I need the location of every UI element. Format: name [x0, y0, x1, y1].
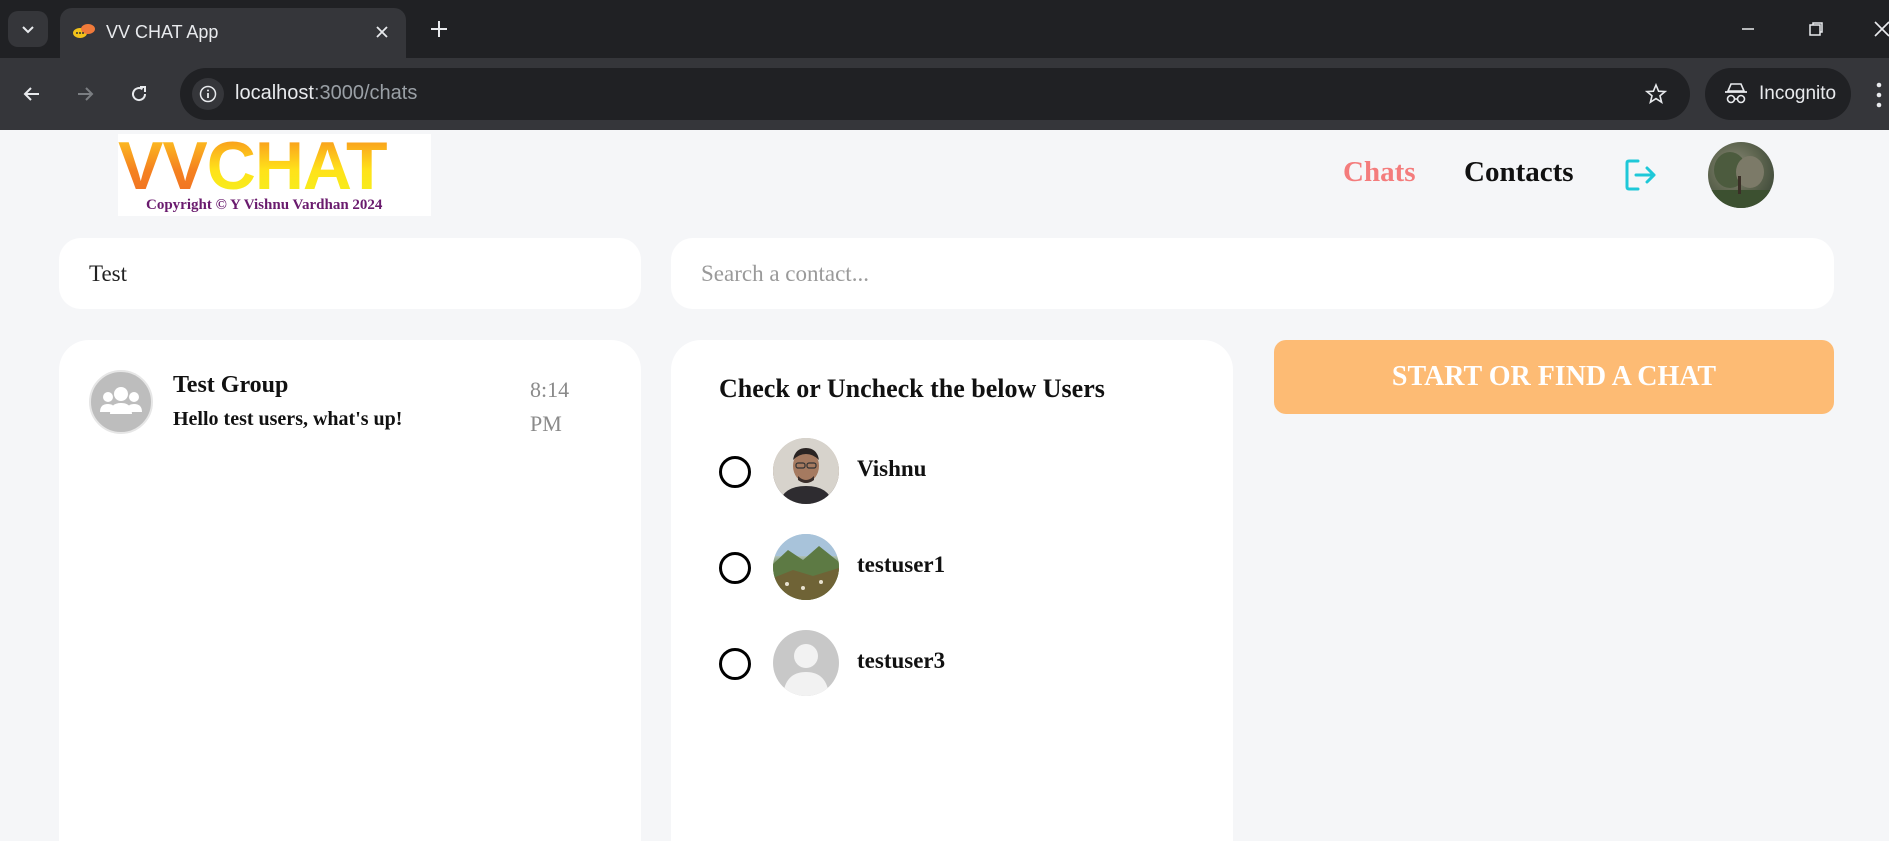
browser-toolbar: localhost:3000/chats Incognito [0, 58, 1889, 130]
app-page: VVCHAT Copyright © Y Vishnu Vardhan 2024… [0, 130, 1889, 841]
nav-chats-link[interactable]: Chats [1343, 156, 1416, 189]
tab-close-button[interactable] [370, 20, 394, 44]
contact-avatar [773, 630, 839, 696]
contact-item-testuser3[interactable]: testuser3 [719, 630, 1199, 698]
contact-item-vishnu[interactable]: Vishnu [719, 438, 1199, 506]
contacts-panel-title: Check or Uncheck the below Users [719, 374, 1105, 403]
contacts-select-panel: Check or Uncheck the below Users Vishnu [671, 340, 1233, 841]
reload-icon [132, 86, 147, 102]
chat-bubbles-icon [73, 24, 95, 38]
arrow-right-icon [78, 87, 94, 101]
chat-time: 8:14 PM [530, 377, 570, 436]
profile-avatar[interactable] [1708, 142, 1774, 208]
reload-button[interactable] [119, 74, 159, 114]
restore-icon [1809, 22, 1823, 36]
contact-checkbox[interactable] [719, 648, 751, 680]
incognito-indicator[interactable]: Incognito [1705, 68, 1851, 120]
contact-checkbox[interactable] [719, 456, 751, 488]
tab-search-button[interactable] [8, 11, 48, 47]
contact-name: testuser3 [857, 648, 946, 673]
chat-name: Test Group [173, 372, 289, 398]
person-photo [773, 438, 839, 504]
star-icon [1645, 83, 1667, 104]
back-button[interactable] [12, 74, 52, 114]
start-chat-button[interactable]: START OR FIND A CHAT [1274, 340, 1834, 414]
site-info-button[interactable] [192, 78, 224, 110]
chevron-down-icon [22, 26, 34, 34]
contact-item-testuser1[interactable]: testuser1 [719, 534, 1199, 602]
new-tab-button[interactable] [422, 12, 456, 46]
search-chats-input[interactable] [59, 238, 641, 309]
contact-name: testuser1 [857, 552, 946, 577]
more-vert-icon[interactable] [1872, 80, 1886, 110]
group-icon [100, 387, 142, 414]
address-bar[interactable]: localhost:3000/chats [180, 68, 1690, 120]
default-user-icon [783, 644, 829, 696]
chats-list-panel: Test Group Hello test users, what's up! … [59, 340, 641, 841]
chat-last-message: Hello test users, what's up! [173, 408, 403, 430]
browser-tab-bar: VV CHAT App [0, 0, 1889, 58]
forward-button[interactable] [65, 74, 105, 114]
minimize-icon [1742, 28, 1754, 30]
incognito-label: Incognito [1759, 83, 1837, 104]
close-icon [376, 26, 388, 38]
url-text: localhost:3000/chats [235, 82, 418, 104]
contact-avatar [773, 438, 839, 504]
landscape-photo [773, 534, 839, 600]
contact-avatar [773, 534, 839, 600]
plus-icon [431, 21, 447, 37]
arrow-left-icon [23, 87, 39, 101]
logo-copyright: Copyright © Y Vishnu Vardhan 2024 [146, 197, 383, 213]
close-icon [1874, 21, 1889, 37]
incognito-icon [1725, 83, 1747, 104]
info-icon [199, 85, 217, 103]
profile-photo [1708, 152, 1774, 208]
nav-contacts-link[interactable]: Contacts [1464, 156, 1574, 189]
contact-name: Vishnu [857, 456, 927, 481]
group-avatar [89, 370, 153, 434]
minimize-button[interactable] [1728, 12, 1768, 46]
restore-button[interactable] [1796, 12, 1836, 46]
logout-icon[interactable] [1623, 157, 1659, 193]
search-contacts-input[interactable] [671, 238, 1834, 309]
app-logo[interactable]: VVCHAT Copyright © Y Vishnu Vardhan 2024 [118, 130, 431, 216]
chat-list-item[interactable]: Test Group Hello test users, what's up! … [89, 370, 619, 440]
tab-title: VV CHAT App [106, 22, 219, 42]
close-window-button[interactable] [1862, 12, 1889, 46]
browser-tab[interactable]: VV CHAT App [60, 8, 406, 58]
logo-wordmark: VVCHAT [118, 130, 388, 204]
contact-checkbox[interactable] [719, 552, 751, 584]
bookmark-button[interactable] [1642, 80, 1670, 108]
